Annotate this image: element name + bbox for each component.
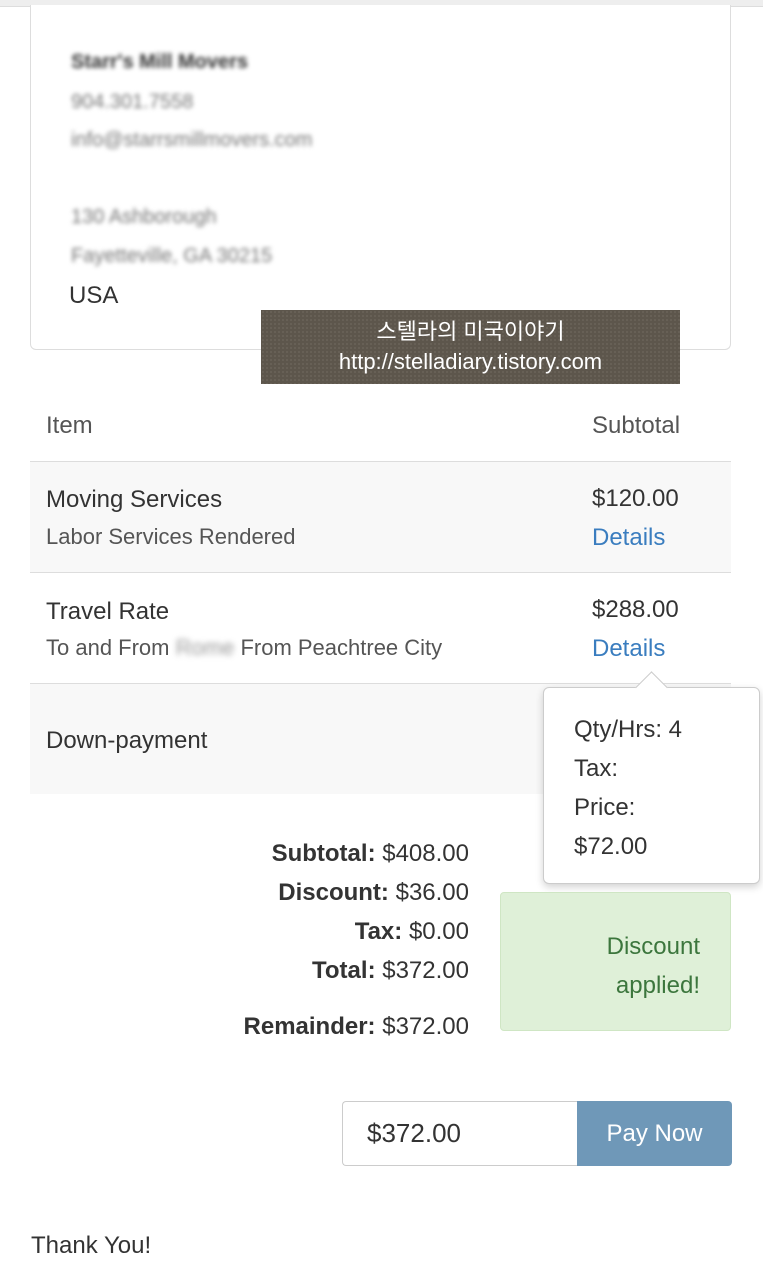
remainder-value: $372.00: [382, 1013, 469, 1040]
details-link[interactable]: Details: [592, 524, 665, 552]
discount-line: Discount: $36.00: [278, 879, 469, 907]
company-email: info@starrsmillmovers.com: [71, 129, 313, 151]
item-description: To and From Rome From Peachtree City: [46, 635, 442, 661]
discount-label: Discount:: [278, 879, 389, 906]
column-header-item: Item: [46, 412, 93, 439]
thank-you-text: Thank You!: [31, 1232, 152, 1259]
popover-price-label: Price:: [574, 794, 636, 821]
alert-line-2: applied!: [615, 972, 700, 999]
payment-amount-input[interactable]: [342, 1101, 578, 1166]
table-row: Travel Rate To and From Rome From Peacht…: [30, 573, 731, 684]
alert-line-1: Discount: [606, 933, 700, 960]
item-amount: $120.00: [592, 485, 679, 512]
subtotal-line: Subtotal: $408.00: [272, 840, 469, 868]
company-info-card: Starr's Mill Movers 904.301.7558 info@st…: [30, 5, 731, 350]
pay-now-button[interactable]: Pay Now: [577, 1101, 732, 1166]
table-row: Moving Services Labor Services Rendered …: [30, 462, 731, 573]
subtotal-label: Subtotal:: [271, 840, 376, 867]
details-popover: Qty/Hrs: 4 Tax: Price: $72.00: [543, 671, 760, 884]
subtotal-value: $408.00: [382, 840, 469, 867]
company-address-line1: 130 Ashborough: [71, 206, 217, 228]
details-link[interactable]: Details: [592, 635, 665, 663]
item-title: Down-payment: [46, 727, 208, 754]
item-description-hidden-word: Rome: [175, 635, 235, 660]
column-header-subtotal: Subtotal: [592, 412, 681, 439]
popover-tax: Tax:: [574, 755, 619, 782]
items-table-header: Item Subtotal: [30, 404, 731, 462]
item-title: Moving Services: [46, 486, 223, 513]
popover-qty: Qty/Hrs: 4: [574, 716, 683, 743]
watermark-url: http://stelladiary.tistory.com: [338, 349, 603, 374]
popover-price-value: $72.00: [574, 833, 648, 860]
total-value: $372.00: [382, 957, 469, 984]
discount-applied-alert: Discount applied!: [500, 892, 731, 1031]
company-address-line2: Fayetteville, GA 30215: [71, 245, 273, 267]
item-amount: $288.00: [592, 596, 679, 623]
total-label: Total:: [312, 957, 376, 984]
tax-label: Tax:: [354, 918, 403, 945]
total-line: Total: $372.00: [312, 957, 469, 985]
company-name: Starr's Mill Movers: [71, 51, 249, 73]
company-phone: 904.301.7558: [71, 91, 194, 113]
watermark-title: 스텔라의 미국이야기: [376, 319, 565, 344]
watermark-overlay: 스텔라의 미국이야기 http://stelladiary.tistory.co…: [261, 310, 680, 384]
item-description-suffix: From Peachtree City: [240, 635, 443, 660]
tax-line: Tax: $0.00: [355, 918, 469, 946]
item-description: Labor Services Rendered: [46, 524, 296, 549]
tax-value: $0.00: [408, 918, 469, 945]
remainder-label: Remainder:: [243, 1013, 376, 1040]
company-country: USA: [69, 282, 119, 309]
remainder-line: Remainder: $372.00: [244, 1013, 469, 1041]
item-title: Travel Rate: [46, 598, 170, 625]
discount-value: $36.00: [395, 879, 469, 906]
item-description-prefix: To and From: [46, 635, 170, 660]
